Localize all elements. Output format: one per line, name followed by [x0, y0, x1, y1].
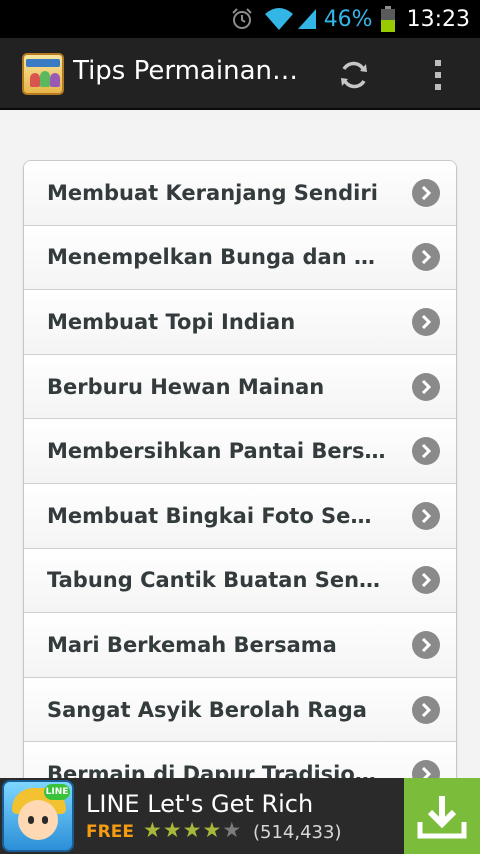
refresh-button[interactable] [330, 54, 378, 96]
chevron-right-icon [412, 243, 440, 272]
star-icon: ★ [162, 818, 182, 842]
list-item-label: Membuat Topi Indian [47, 309, 296, 334]
star-icon: ★ [202, 818, 222, 842]
clock: 13:23 [406, 6, 470, 32]
chevron-right-icon [412, 437, 440, 466]
action-bar: Tips Permainan… [0, 38, 480, 110]
battery-icon [380, 6, 395, 32]
content-area[interactable]: Membuat Keranjang Sendiri Menempelkan Bu… [0, 110, 480, 778]
line-badge: LINE [44, 784, 70, 800]
list-item-label: Membersihkan Pantai Bersama [47, 439, 386, 464]
rating-count: (514,433) [253, 822, 342, 843]
chevron-right-icon [412, 760, 440, 778]
chevron-right-icon [412, 630, 440, 659]
ad-app-icon[interactable]: LINE [2, 780, 74, 852]
chevron-right-icon [412, 178, 440, 207]
list-item[interactable]: Berburu Hewan Mainan [24, 354, 456, 420]
chevron-right-icon [412, 566, 440, 595]
list-item-label: Membuat Bingkai Foto Sendiri [47, 503, 386, 528]
star-icon: ★ [143, 818, 162, 842]
refresh-icon [341, 61, 367, 89]
list-item[interactable]: Tabung Cantik Buatan Sendiri [24, 548, 456, 614]
ad-price: FREE [86, 822, 134, 842]
half-star-icon: ★ [222, 818, 242, 842]
list-item[interactable]: Bermain di Dapur Tradisional [24, 742, 456, 778]
list-item[interactable]: Mari Berkemah Bersama [24, 613, 456, 678]
chevron-right-icon [412, 501, 440, 530]
chevron-right-icon [412, 372, 440, 401]
list-item-label: Tabung Cantik Buatan Sendiri [47, 568, 386, 593]
wifi-icon [264, 8, 293, 30]
chevron-right-icon [412, 695, 440, 724]
app-title: Tips Permainan… [73, 56, 298, 86]
list-item-label: Berburu Hewan Mainan [47, 374, 325, 399]
tips-list: Membuat Keranjang Sendiri Menempelkan Bu… [23, 160, 457, 778]
status-bar: 46% 13:23 [0, 0, 480, 38]
list-item-label: Sangat Asyik Berolah Raga [47, 697, 367, 722]
signal-icon [297, 9, 316, 29]
overflow-menu-button[interactable] [418, 54, 458, 96]
list-item-label: Membuat Keranjang Sendiri [47, 180, 378, 205]
list-item[interactable]: Membuat Topi Indian [24, 290, 456, 355]
download-button[interactable] [404, 778, 480, 854]
list-item-label: Mari Berkemah Bersama [47, 632, 337, 657]
list-item[interactable]: Menempelkan Bunga dan Ded… [24, 225, 456, 291]
rating-stars: ★ ★ ★ ★ ★ [143, 819, 241, 841]
ad-title[interactable]: LINE Let's Get Rich [86, 790, 313, 818]
list-item-label: Menempelkan Bunga dan Ded… [47, 245, 386, 270]
overflow-menu-icon [435, 60, 441, 66]
chevron-right-icon [412, 307, 440, 336]
list-item-label: Bermain di Dapur Tradisional [47, 762, 386, 778]
list-item[interactable]: Membuat Bingkai Foto Sendiri [24, 483, 456, 549]
list-item[interactable]: Sangat Asyik Berolah Raga [24, 677, 456, 743]
download-icon [417, 796, 467, 839]
app-icon[interactable] [22, 53, 64, 95]
star-icon: ★ [182, 818, 202, 842]
battery-percent: 46% [323, 6, 373, 32]
list-item[interactable]: Membuat Keranjang Sendiri [24, 161, 456, 226]
alarm-icon [231, 8, 252, 29]
list-item[interactable]: Membersihkan Pantai Bersama [24, 419, 456, 484]
ad-banner[interactable]: LINE LINE Let's Get Rich FREE ★ ★ ★ ★ ★ … [0, 778, 480, 854]
